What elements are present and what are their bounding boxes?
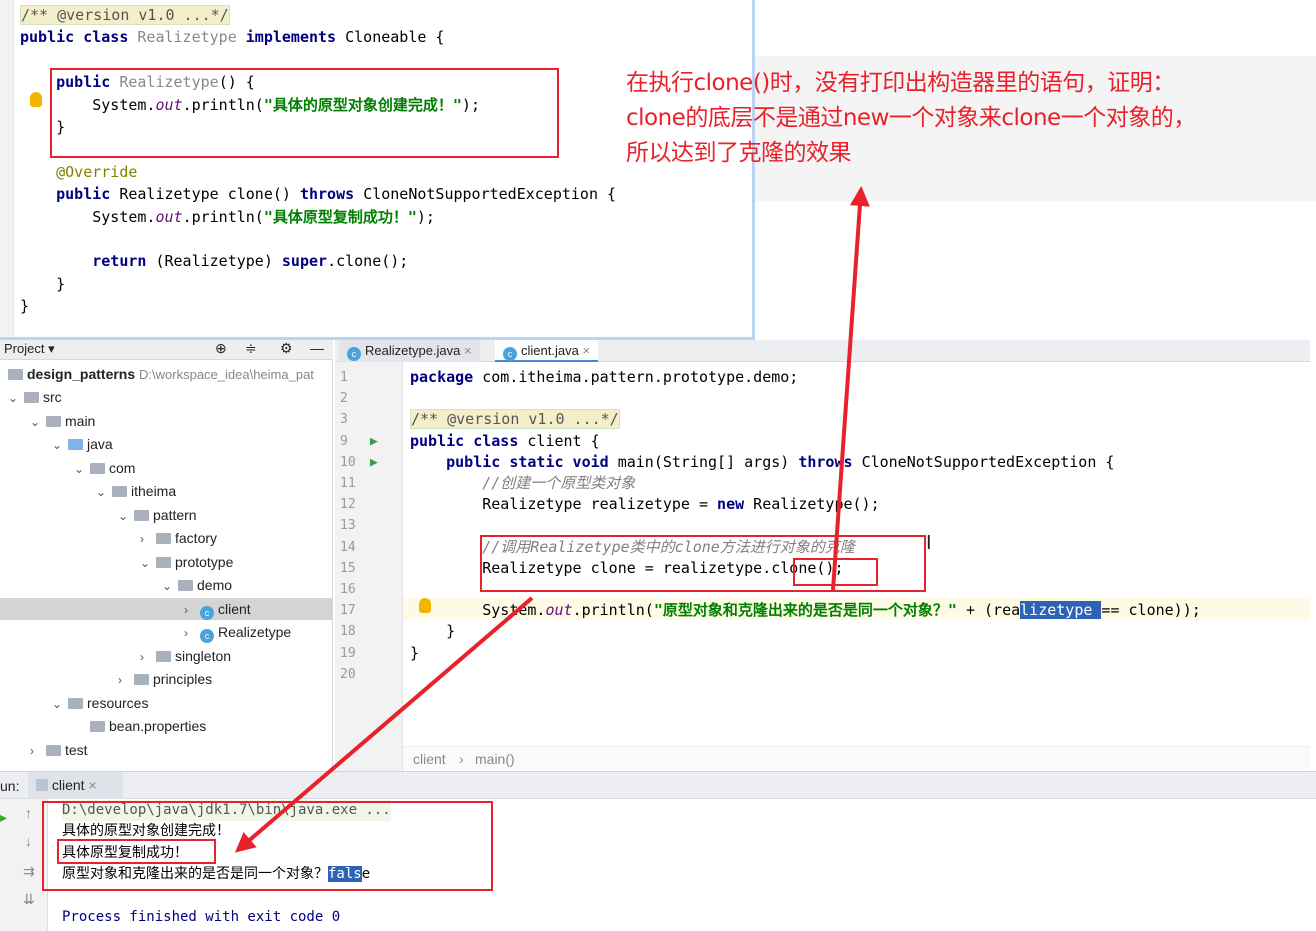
annotation-arrows	[234, 186, 870, 853]
arrow-to-annotation	[831, 186, 870, 591]
arrow-to-console	[234, 596, 534, 853]
